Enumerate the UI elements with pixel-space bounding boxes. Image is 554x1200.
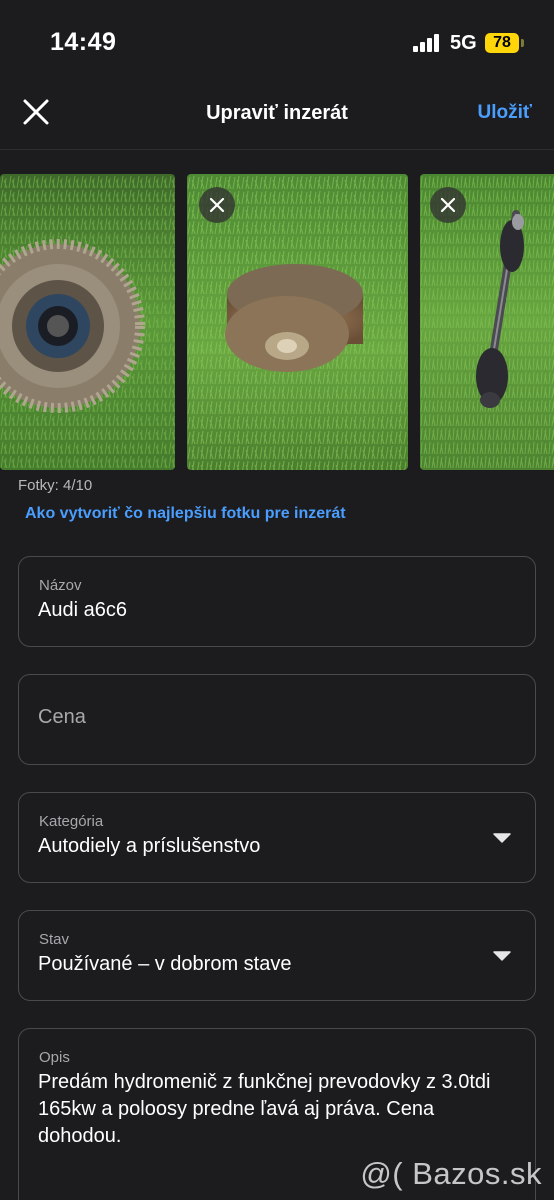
field-label: Názov xyxy=(39,577,82,594)
watermark: @( Bazos.sk xyxy=(360,1156,542,1191)
field-value: Audi a6c6 xyxy=(38,599,127,621)
field-label: Stav xyxy=(39,931,70,948)
battery-tip xyxy=(521,39,524,47)
navigation-bar: Upraviť inzerát Uložiť xyxy=(0,88,554,150)
remove-photo-button[interactable] xyxy=(199,187,235,223)
photo-thumbnail[interactable] xyxy=(420,174,554,470)
remove-photo-button[interactable] xyxy=(430,187,466,223)
condition-select[interactable]: Stav Používané – v dobrom stave xyxy=(18,910,536,1001)
close-icon xyxy=(209,197,225,213)
photo-carousel[interactable] xyxy=(0,174,554,470)
field-placeholder: Cena xyxy=(38,706,86,728)
battery-icon: 78 xyxy=(485,33,519,53)
field-value: Predám hydromenič z funkčnej prevodovky … xyxy=(38,1071,491,1147)
price-field[interactable]: Cena xyxy=(18,674,536,765)
caret-down-icon xyxy=(493,833,511,843)
status-time: 14:49 xyxy=(50,28,117,56)
photo-count: Fotky: 4/10 xyxy=(18,477,93,494)
signal-icon xyxy=(413,34,443,52)
page-title: Upraviť inzerát xyxy=(206,102,348,124)
status-bar: 14:49 5G 78 xyxy=(0,0,554,88)
field-label: Opis xyxy=(39,1049,70,1066)
photo-tips-link[interactable]: Ako vytvoriť čo najlepšiu fotku pre inze… xyxy=(25,505,346,523)
network-label: 5G xyxy=(450,32,477,54)
caret-down-icon xyxy=(493,951,511,961)
save-button[interactable]: Uložiť xyxy=(478,102,533,124)
category-select[interactable]: Kategória Autodiely a príslušenstvo xyxy=(18,792,536,883)
close-icon xyxy=(440,197,456,213)
photo-thumbnail[interactable] xyxy=(187,174,408,470)
title-field[interactable]: Názov Audi a6c6 xyxy=(18,556,536,647)
photo-thumbnail[interactable] xyxy=(0,174,175,470)
field-label: Kategória xyxy=(39,813,104,830)
field-value: Používané – v dobrom stave xyxy=(38,953,292,975)
field-value: Autodiely a príslušenstvo xyxy=(38,835,261,857)
